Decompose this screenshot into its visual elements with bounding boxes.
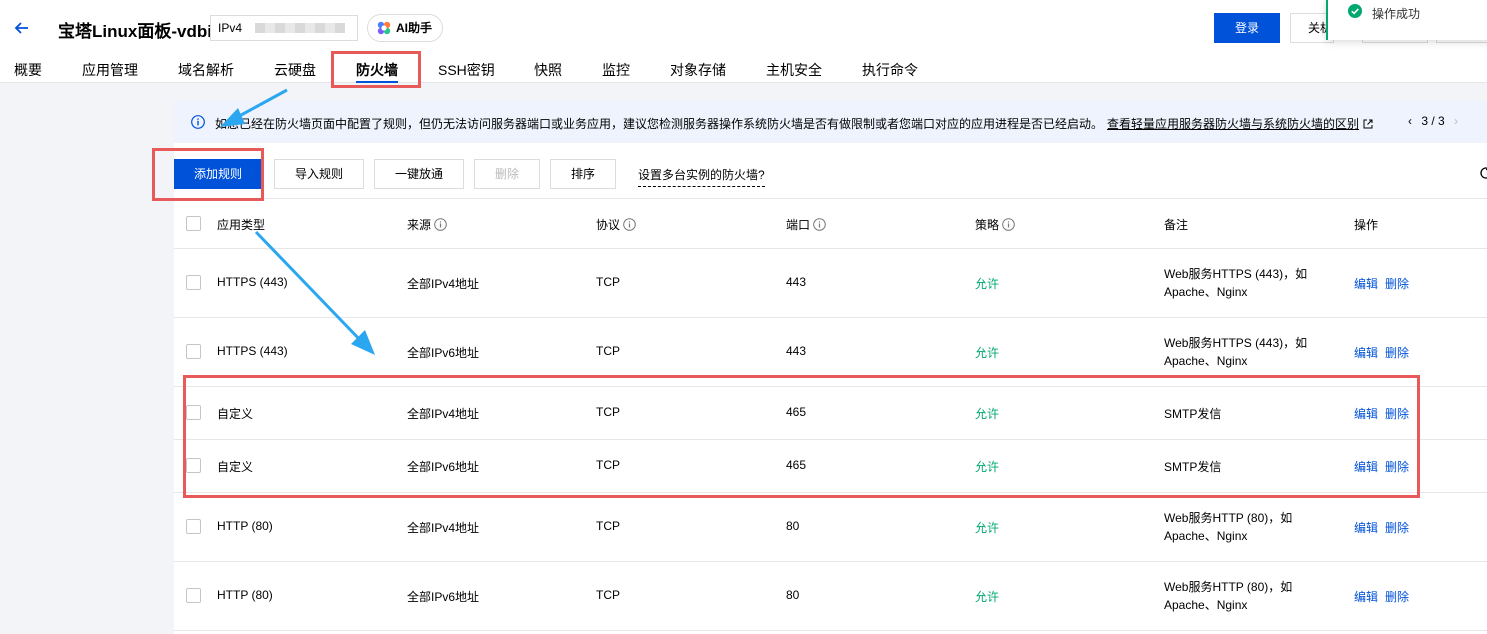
annotation-box-add-rule [152, 148, 264, 201]
header-protocol: 协议 [596, 216, 636, 233]
cell-source: 全部IPv6地址 [407, 590, 480, 604]
import-rules-button[interactable]: 导入规则 [274, 159, 364, 189]
delete-link[interactable]: 删除 [1385, 519, 1409, 536]
cell-note: Web服务HTTP (80)，如 Apache、Nginx [1164, 511, 1293, 543]
row-checkbox[interactable] [186, 344, 201, 359]
delete-button[interactable]: 删除 [474, 159, 540, 189]
ai-assistant-label: AI助手 [396, 21, 433, 35]
prev-notice-icon[interactable]: ‹ [1402, 114, 1418, 128]
cell-note: Web服务HTTPS (443)，如 Apache、Nginx [1164, 267, 1308, 299]
header-note: 备注 [1164, 218, 1189, 232]
annotation-box-firewall-tab [331, 51, 421, 88]
ip-redacted [255, 23, 345, 33]
notice-text: 如您已经在防火墙页面中配置了规则，但仍无法访问服务器端口或业务应用，建议您检测服… [215, 115, 1373, 132]
cell-policy: 允许 [975, 346, 1000, 360]
notice-link[interactable]: 查看轻量应用服务器防火墙与系统防火墙的区别 [1107, 117, 1359, 131]
cell-policy: 允许 [975, 590, 1000, 604]
header-action: 操作 [1354, 218, 1379, 232]
back-arrow-icon[interactable] [12, 18, 32, 38]
edit-link[interactable]: 编辑 [1354, 588, 1378, 605]
select-all-checkbox[interactable] [186, 216, 201, 231]
cell-port: 80 [786, 588, 800, 602]
ai-sparkle-icon [377, 21, 391, 35]
tab-app-management[interactable]: 应用管理 [82, 60, 138, 80]
help-icon[interactable] [623, 218, 636, 231]
tab-snapshot[interactable]: 快照 [534, 60, 562, 80]
info-notice: 如您已经在防火墙页面中配置了规则，但仍无法访问服务器端口或业务应用，建议您检测服… [174, 101, 1487, 143]
top-bar: 宝塔Linux面板-vdbi IPv4 AI助手 登录 关机 [0, 0, 1487, 56]
cell-policy: 允许 [975, 277, 1000, 291]
help-icon[interactable] [813, 218, 826, 231]
cell-app-type: HTTPS (443) [217, 275, 288, 289]
help-icon[interactable] [1002, 218, 1015, 231]
header-policy: 策略 [975, 216, 1015, 233]
cell-port: 443 [786, 275, 807, 289]
cell-app-type: HTTP (80) [217, 519, 273, 533]
header-port: 端口 [786, 216, 826, 233]
table-row: HTTP (80) 全部IPv4地址 TCP 80 允许 Web服务HTTP (… [174, 493, 1487, 562]
edit-link[interactable]: 编辑 [1354, 344, 1378, 361]
cell-app-type: HTTPS (443) [217, 344, 288, 358]
cell-protocol: TCP [596, 588, 620, 602]
ai-assistant-button[interactable]: AI助手 [367, 14, 443, 42]
help-icon[interactable] [434, 218, 447, 231]
cell-source: 全部IPv4地址 [407, 277, 480, 291]
annotation-box-smtp-rules [183, 375, 1420, 498]
cell-source: 全部IPv6地址 [407, 346, 480, 360]
tab-cloud-disk[interactable]: 云硬盘 [274, 60, 316, 80]
notice-pager: ‹ 3 / 3 › [1402, 114, 1464, 128]
open-all-button[interactable]: 一键放通 [374, 159, 464, 189]
edit-link[interactable]: 编辑 [1354, 275, 1378, 292]
tab-host-security[interactable]: 主机安全 [766, 60, 822, 80]
success-check-icon [1348, 4, 1362, 18]
tab-ssh-keys[interactable]: SSH密钥 [438, 60, 495, 80]
cell-protocol: TCP [596, 519, 620, 533]
sort-button[interactable]: 排序 [550, 159, 616, 189]
cell-note: Web服务HTTP (80)，如 Apache、Nginx [1164, 580, 1293, 612]
notice-page: 3 / 3 [1421, 114, 1445, 128]
header-source: 来源 [407, 216, 447, 233]
table-header: 应用类型 来源 协议 端口 策略 备注 操作 [174, 198, 1487, 249]
multi-instance-firewall-link[interactable]: 设置多台实例的防火墙? [638, 166, 765, 187]
cell-protocol: TCP [596, 275, 620, 289]
delete-link[interactable]: 删除 [1385, 588, 1409, 605]
cell-policy: 允许 [975, 521, 1000, 535]
tab-monitoring[interactable]: 监控 [602, 60, 630, 80]
row-checkbox[interactable] [186, 588, 201, 603]
row-checkbox[interactable] [186, 519, 201, 534]
edit-link[interactable]: 编辑 [1354, 519, 1378, 536]
tab-run-command[interactable]: 执行命令 [862, 60, 918, 80]
success-toast: 操作成功 [1326, 0, 1487, 40]
row-checkbox[interactable] [186, 275, 201, 290]
next-notice-icon[interactable]: › [1448, 114, 1464, 128]
instance-title: 宝塔Linux面板-vdbi [58, 22, 212, 41]
cell-port: 443 [786, 344, 807, 358]
table-row: HTTPS (443) 全部IPv4地址 TCP 443 允许 Web服务HTT… [174, 249, 1487, 318]
cell-app-type: HTTP (80) [217, 588, 273, 602]
refresh-icon[interactable] [1479, 166, 1487, 180]
cell-protocol: TCP [596, 344, 620, 358]
delete-link[interactable]: 删除 [1385, 344, 1409, 361]
header-app-type: 应用类型 [217, 218, 266, 232]
delete-link[interactable]: 删除 [1385, 275, 1409, 292]
cell-source: 全部IPv4地址 [407, 521, 480, 535]
tab-overview[interactable]: 概要 [14, 60, 42, 80]
table-row: HTTP (80) 全部IPv6地址 TCP 80 允许 Web服务HTTP (… [174, 562, 1487, 631]
tab-object-storage[interactable]: 对象存储 [670, 60, 726, 80]
toast-message: 操作成功 [1372, 7, 1421, 21]
tab-dns[interactable]: 域名解析 [178, 60, 234, 80]
cell-note: Web服务HTTPS (443)，如 Apache、Nginx [1164, 336, 1308, 368]
external-link-icon[interactable] [1363, 119, 1373, 129]
ip-address-box[interactable]: IPv4 [210, 15, 358, 41]
ip-label: IPv4 [218, 21, 243, 35]
tab-bar: 概要 应用管理 域名解析 云硬盘 防火墙 SSH密钥 快照 监控 对象存储 主机… [0, 56, 1487, 83]
login-button[interactable]: 登录 [1214, 13, 1280, 43]
cell-port: 80 [786, 519, 800, 533]
notice-message: 如您已经在防火墙页面中配置了规则，但仍无法访问服务器端口或业务应用，建议您检测服… [215, 117, 1104, 131]
info-icon [191, 115, 205, 129]
